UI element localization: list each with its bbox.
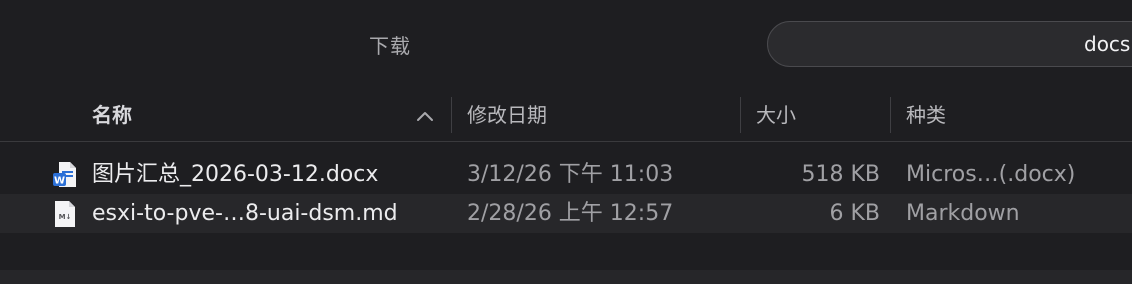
column-header-row: 名称 修改日期 大小 种类 <box>0 88 1132 142</box>
search-field[interactable]: docs <box>767 21 1132 67</box>
window-title: 下载 <box>369 34 411 58</box>
markdown-file-icon: M↓ <box>55 201 75 227</box>
svg-text:M↓: M↓ <box>59 213 72 221</box>
file-row[interactable]: M↓ esxi-to-pve-…8-uai-dsm.md 2/28/26 上午 … <box>0 194 1132 233</box>
column-header-size[interactable]: 大小 <box>756 88 796 142</box>
file-name: 图片汇总_2026-03-12.docx <box>92 162 379 187</box>
file-kind: Micros…(.docx) <box>906 162 1076 187</box>
word-document-icon: W <box>53 162 76 187</box>
file-date: 3/12/26 下午 11:03 <box>467 162 674 187</box>
file-name: esxi-to-pve-…8-uai-dsm.md <box>92 201 398 226</box>
column-divider[interactable] <box>451 97 452 133</box>
finder-window: 下载 docs 名称 修改日期 大小 种类 W 图片汇总_2026-03-12.… <box>0 0 1132 284</box>
toolbar: 下载 docs <box>0 0 1132 88</box>
chevron-up-icon[interactable] <box>416 110 434 122</box>
file-date: 2/28/26 上午 12:57 <box>467 201 674 226</box>
column-divider[interactable] <box>890 97 891 133</box>
empty-row-area <box>0 270 1132 284</box>
file-row[interactable]: W 图片汇总_2026-03-12.docx 3/12/26 下午 11:03 … <box>0 155 1132 194</box>
column-header-date-modified[interactable]: 修改日期 <box>467 88 547 142</box>
file-kind: Markdown <box>906 201 1020 226</box>
column-header-name[interactable]: 名称 <box>92 88 132 142</box>
file-size: 6 KB <box>829 201 880 226</box>
column-header-kind[interactable]: 种类 <box>906 88 946 142</box>
column-divider[interactable] <box>740 97 741 133</box>
search-input-text[interactable]: docs <box>1084 32 1130 56</box>
file-size: 518 KB <box>801 162 880 187</box>
svg-text:W: W <box>54 176 65 187</box>
